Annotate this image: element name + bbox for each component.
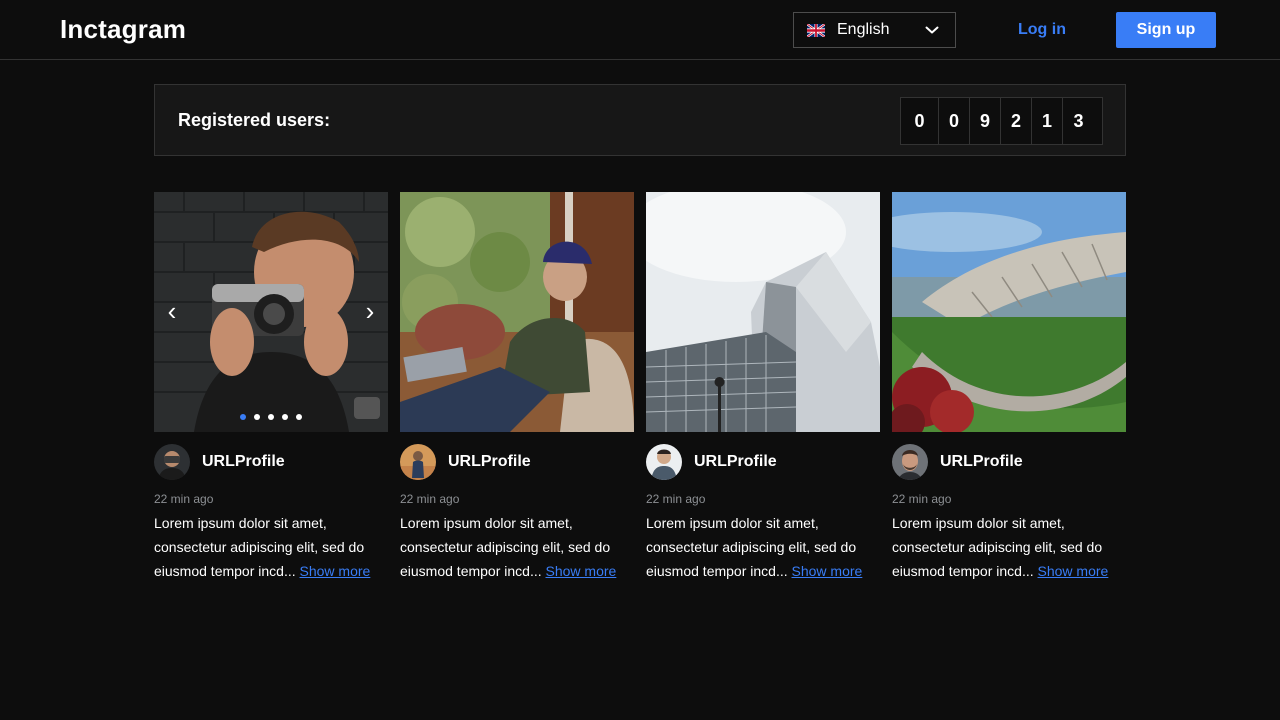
post-card: URLProfile 22 min ago Lorem ipsum dolor …: [892, 192, 1126, 592]
carousel-dot[interactable]: [296, 414, 302, 420]
counter-digit: 0: [901, 98, 939, 144]
counter-digit: 0: [939, 98, 970, 144]
carousel-dots: [240, 414, 302, 420]
post-username[interactable]: URLProfile: [940, 453, 1023, 471]
counter-digit: 9: [970, 98, 1001, 144]
post-photo[interactable]: [646, 192, 880, 432]
carousel-dot[interactable]: [254, 414, 260, 420]
post-time: 22 min ago: [400, 492, 460, 506]
carousel-next-button[interactable]: ›: [358, 296, 382, 326]
counter-digit: 2: [1001, 98, 1032, 144]
carousel-dot[interactable]: [240, 414, 246, 420]
carousel-dot[interactable]: [282, 414, 288, 420]
carousel-prev-button[interactable]: ‹: [160, 296, 184, 326]
show-more-link[interactable]: Show more: [546, 563, 617, 579]
post-card: URLProfile 22 min ago Lorem ipsum dolor …: [646, 192, 880, 592]
language-select[interactable]: English: [793, 12, 956, 48]
architecture-garden-photo: [892, 192, 1126, 432]
show-more-link[interactable]: Show more: [792, 563, 863, 579]
post-time: 22 min ago: [646, 492, 706, 506]
login-button[interactable]: Log in: [1004, 12, 1080, 48]
post-time: 22 min ago: [154, 492, 214, 506]
chevron-down-icon: [925, 26, 939, 34]
show-more-link[interactable]: Show more: [300, 563, 371, 579]
post-username[interactable]: URLProfile: [694, 453, 777, 471]
post-description: Lorem ipsum dolor sit amet, consectetur …: [646, 511, 880, 583]
registered-users-counter: 0 0 9 2 1 3: [900, 97, 1103, 145]
avatar[interactable]: [154, 444, 190, 480]
show-more-link[interactable]: Show more: [1038, 563, 1109, 579]
post-photo[interactable]: [400, 192, 634, 432]
logo[interactable]: Inctagram: [60, 14, 186, 45]
post-time: 22 min ago: [892, 492, 952, 506]
signup-button[interactable]: Sign up: [1116, 12, 1216, 48]
post-description: Lorem ipsum dolor sit amet, consectetur …: [400, 511, 634, 583]
post-description: Lorem ipsum dolor sit amet, consectetur …: [154, 511, 388, 583]
woman-with-laptop-photo: [400, 192, 634, 432]
post-card: URLProfile 22 min ago Lorem ipsum dolor …: [400, 192, 634, 592]
avatar[interactable]: [400, 444, 436, 480]
post-card: ‹ › URLProfile 22 min ago Lorem ipsum do…: [154, 192, 388, 592]
post-photo-carousel[interactable]: ‹ ›: [154, 192, 388, 432]
avatar[interactable]: [892, 444, 928, 480]
photographer-photo: [154, 192, 388, 432]
post-username[interactable]: URLProfile: [202, 453, 285, 471]
language-label: English: [837, 21, 890, 38]
post-username[interactable]: URLProfile: [448, 453, 531, 471]
carousel-dot[interactable]: [268, 414, 274, 420]
avatar[interactable]: [646, 444, 682, 480]
modern-building-photo: [646, 192, 880, 432]
counter-digit: 1: [1032, 98, 1063, 144]
uk-flag-icon: [807, 24, 825, 37]
registered-users-panel: Registered users: 0 0 9 2 1 3: [154, 84, 1126, 156]
counter-digit: 3: [1073, 111, 1084, 131]
registered-users-label: Registered users:: [178, 110, 331, 130]
post-photo[interactable]: [892, 192, 1126, 432]
header: Inctagram English Log in Sign up: [0, 0, 1280, 60]
post-description: Lorem ipsum dolor sit amet, consectetur …: [892, 511, 1126, 583]
